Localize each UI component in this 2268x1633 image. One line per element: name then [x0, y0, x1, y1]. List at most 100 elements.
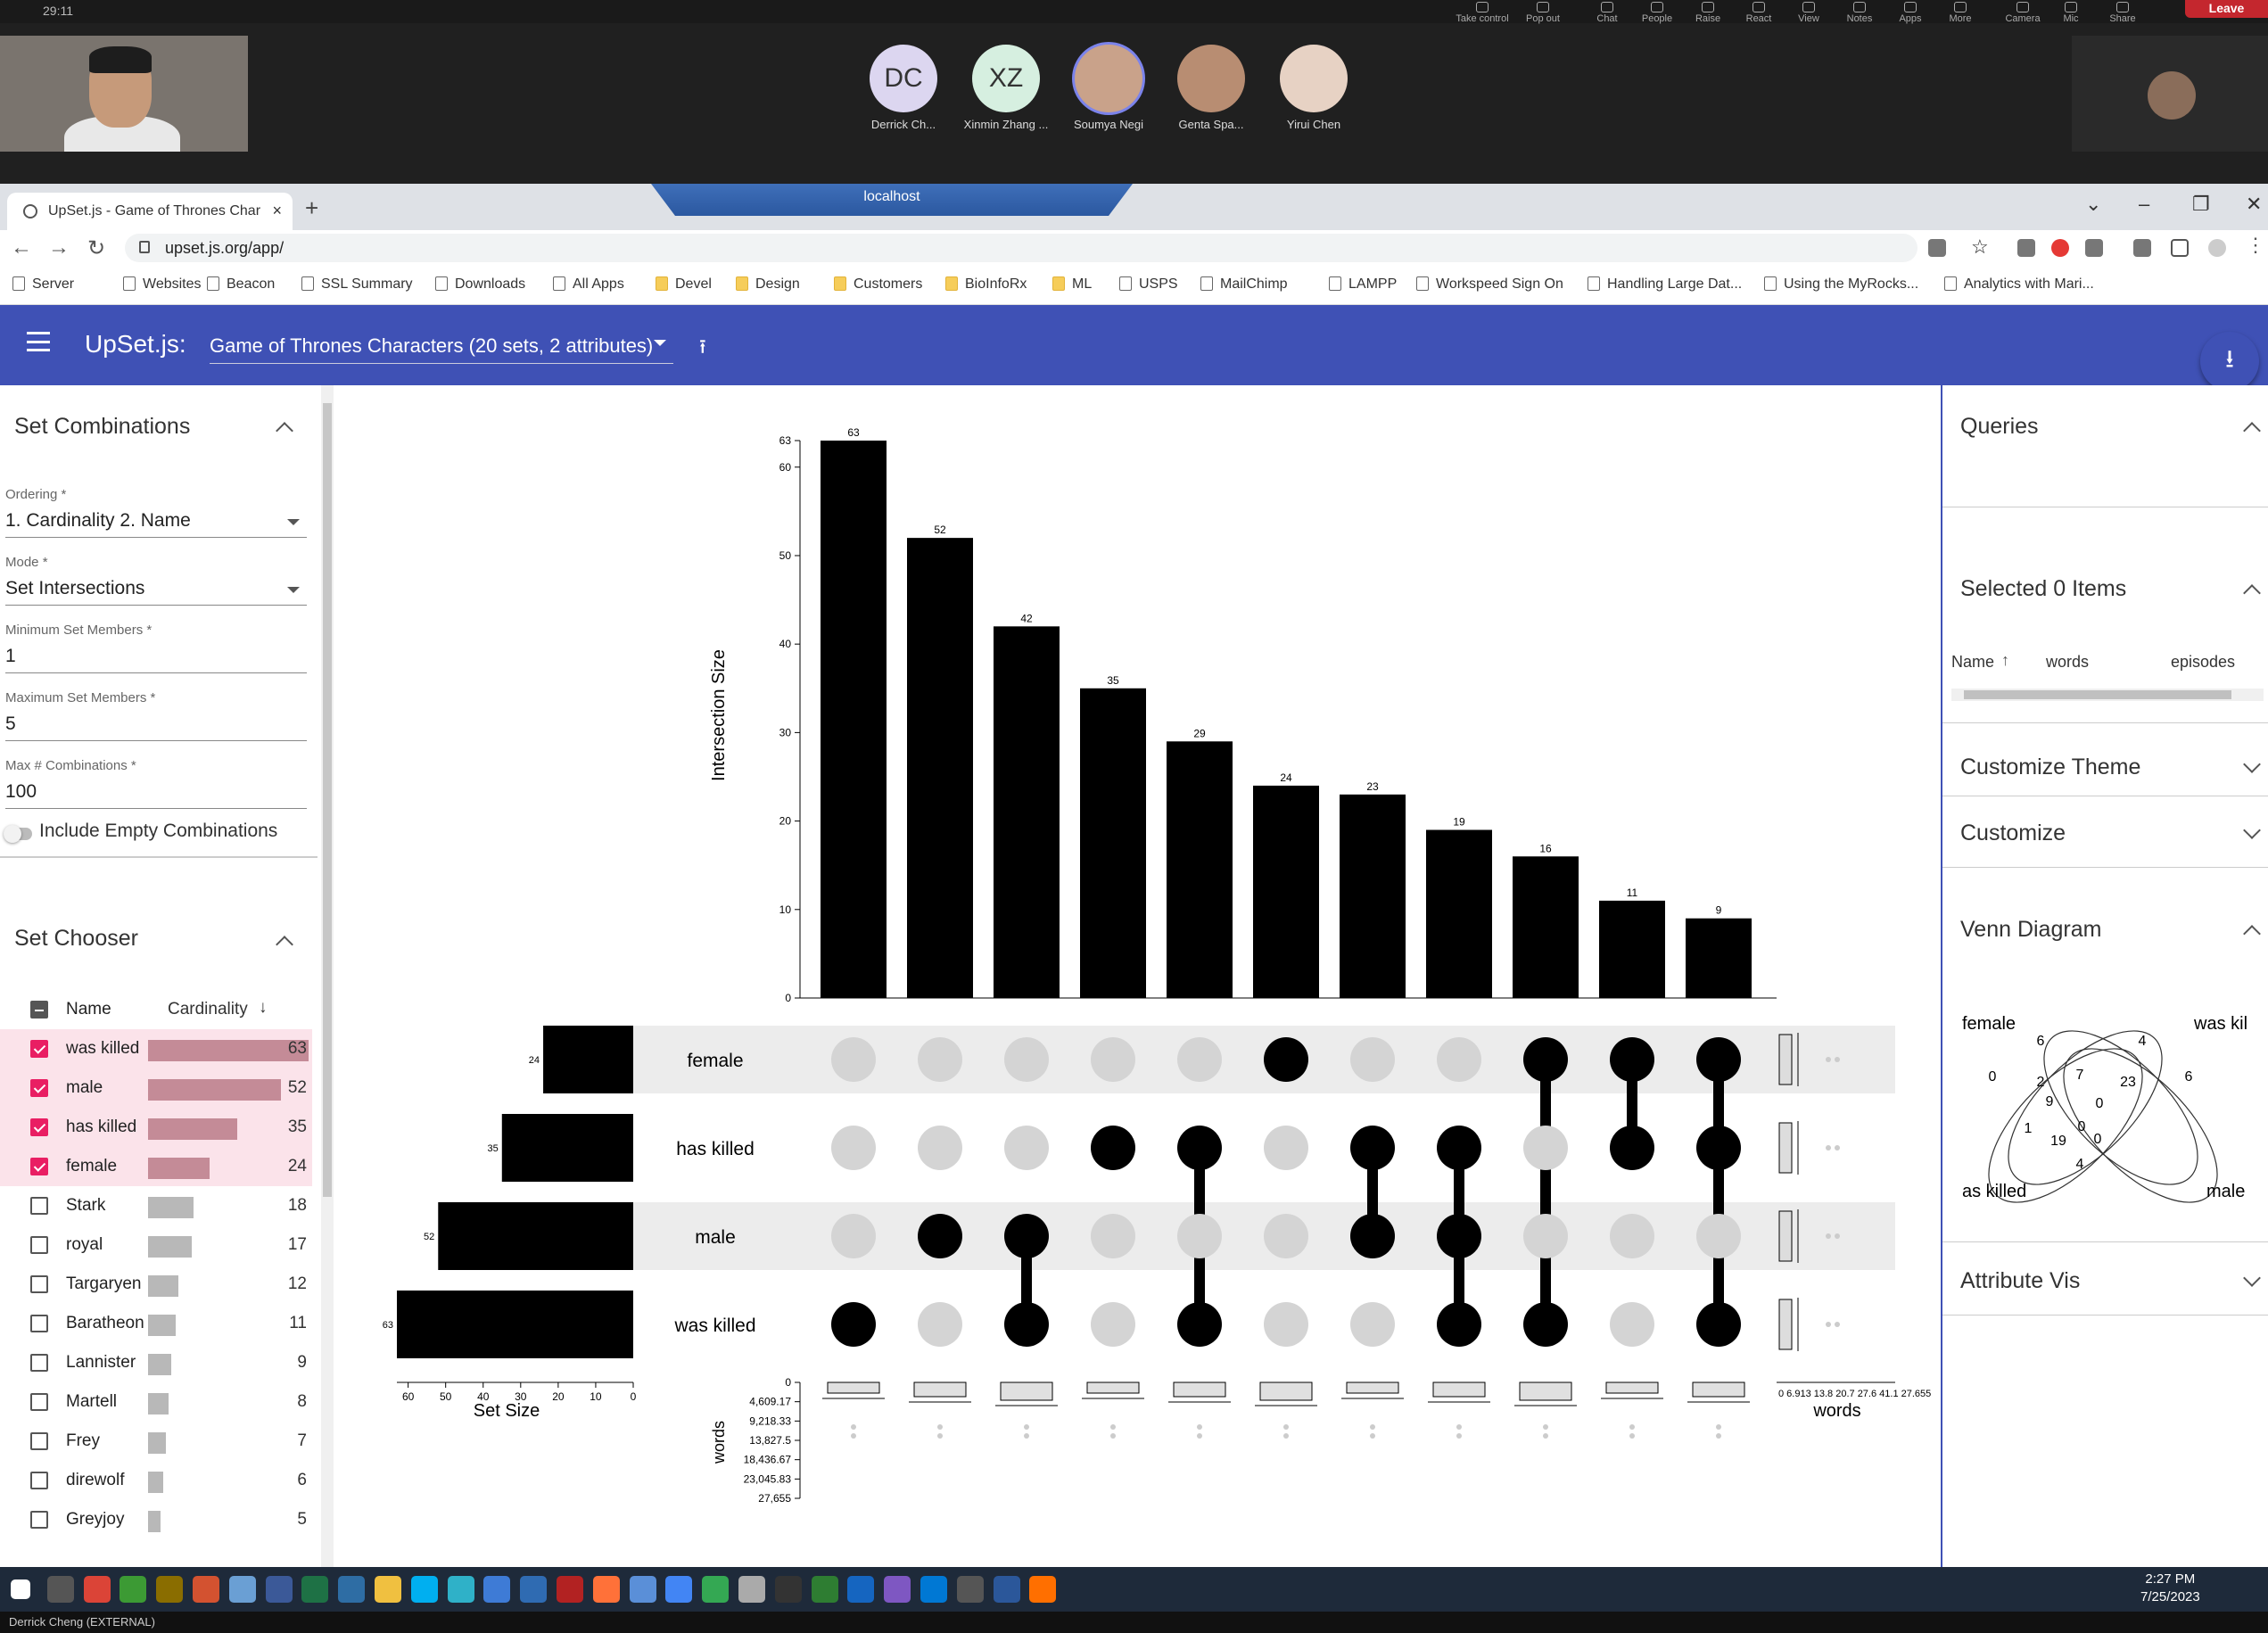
- zoom-control-9[interactable]: More: [1933, 2, 1988, 24]
- bookmark-item[interactable]: LAMPP: [1329, 276, 1397, 293]
- zoom-control-5[interactable]: React: [1731, 2, 1786, 24]
- taskbar-app-icon[interactable]: [338, 1576, 366, 1603]
- zoom-control-11[interactable]: Mic: [2043, 2, 2099, 24]
- sidebar-icon[interactable]: [2171, 239, 2189, 257]
- set-row[interactable]: female 24: [0, 1147, 312, 1186]
- sort-up-icon[interactable]: ↑: [2001, 651, 2009, 670]
- cardinality-column-header[interactable]: Cardinality: [168, 1000, 248, 1019]
- upload-icon[interactable]: ⭱: [699, 332, 706, 366]
- expand-icon[interactable]: [2243, 1269, 2261, 1287]
- set-checkbox[interactable]: [30, 1472, 48, 1489]
- ordering-select[interactable]: 1. Cardinality 2. Name: [5, 510, 307, 538]
- star-icon[interactable]: ☆: [1971, 235, 1989, 258]
- select-all-checkbox[interactable]: [30, 1001, 48, 1019]
- zoom-control-8[interactable]: Apps: [1883, 2, 1938, 24]
- bookmark-item[interactable]: All Apps: [553, 276, 624, 293]
- participant-tile[interactable]: XZ Xinmin Zhang ...: [957, 45, 1055, 131]
- taskbar-app-icon[interactable]: [447, 1576, 474, 1603]
- taskbar-app-icon[interactable]: [156, 1576, 184, 1603]
- reload-icon[interactable]: ↻: [87, 235, 105, 261]
- set-checkbox[interactable]: [30, 1158, 48, 1175]
- taskbar-app-icon[interactable]: [483, 1576, 511, 1603]
- set-row[interactable]: royal 17: [0, 1225, 312, 1265]
- customize-title[interactable]: Customize: [1960, 821, 2066, 846]
- bookmark-item[interactable]: Design: [736, 276, 800, 293]
- set-row[interactable]: male 52: [0, 1068, 312, 1108]
- taskbar-app-icon[interactable]: [702, 1576, 730, 1603]
- zoom-control-2[interactable]: Chat: [1579, 2, 1635, 24]
- min-members-field[interactable]: 1: [5, 646, 307, 673]
- participant-tile[interactable]: Yirui Chen: [1265, 45, 1363, 131]
- bookmark-item[interactable]: Downloads: [435, 276, 525, 293]
- taskbar-app-icon[interactable]: [920, 1576, 947, 1603]
- set-row[interactable]: Martell 8: [0, 1382, 312, 1422]
- taskbar-app-icon[interactable]: [774, 1576, 802, 1603]
- set-checkbox[interactable]: [30, 1197, 48, 1215]
- left-scrollbar[interactable]: [321, 385, 334, 1567]
- extension-icon[interactable]: [2017, 239, 2035, 257]
- set-checkbox[interactable]: [30, 1236, 48, 1254]
- profile-icon[interactable]: [2208, 239, 2226, 257]
- col-episodes-header[interactable]: episodes: [2171, 653, 2235, 672]
- set-row[interactable]: has killed 35: [0, 1108, 312, 1147]
- mode-select[interactable]: Set Intersections: [5, 578, 307, 606]
- taskbar-clock[interactable]: 2:27 PM 7/25/2023: [2140, 1571, 2200, 1606]
- close-tab-icon[interactable]: ×: [272, 202, 282, 220]
- max-combinations-field[interactable]: 100: [5, 781, 307, 809]
- attribute-vis-title[interactable]: Attribute Vis: [1960, 1268, 2080, 1294]
- leave-button[interactable]: Leave: [2185, 0, 2268, 18]
- zoom-control-6[interactable]: View: [1781, 2, 1836, 24]
- set-checkbox[interactable]: [30, 1511, 48, 1529]
- set-checkbox[interactable]: [30, 1315, 48, 1332]
- taskbar-app-icon[interactable]: [520, 1576, 548, 1603]
- sort-down-icon[interactable]: ↓: [259, 998, 268, 1018]
- bookmark-item[interactable]: Using the MyRocks...: [1764, 276, 1918, 293]
- zoom-control-4[interactable]: Raise: [1680, 2, 1736, 24]
- set-checkbox[interactable]: [30, 1354, 48, 1372]
- bookmark-item[interactable]: Customers: [834, 276, 922, 293]
- include-empty-toggle[interactable]: [4, 825, 32, 843]
- taskbar-app-icon[interactable]: [265, 1576, 293, 1603]
- col-name-header[interactable]: Name: [1951, 653, 1994, 672]
- download-button[interactable]: ⭳: [2200, 332, 2259, 391]
- share-icon[interactable]: [1928, 239, 1946, 257]
- new-tab-button[interactable]: +: [305, 194, 318, 222]
- bookmark-item[interactable]: SSL Summary: [301, 276, 413, 293]
- taskbar-app-icon[interactable]: [301, 1576, 329, 1603]
- zoom-control-0[interactable]: Take control: [1455, 2, 1510, 24]
- windows-start-icon[interactable]: [11, 1579, 30, 1599]
- puzzle-icon[interactable]: [2133, 239, 2151, 257]
- participant-tile[interactable]: Genta Spa...: [1162, 45, 1260, 131]
- expand-icon[interactable]: [2243, 821, 2261, 839]
- participant-tile[interactable]: Soumya Negi: [1060, 45, 1158, 131]
- taskbar-app-icon[interactable]: [847, 1576, 875, 1603]
- scrollbar-thumb[interactable]: [1964, 690, 2231, 699]
- set-row[interactable]: was killed 63: [0, 1029, 312, 1068]
- set-checkbox[interactable]: [30, 1040, 48, 1058]
- bookmark-item[interactable]: Handling Large Dat...: [1588, 276, 1742, 293]
- set-checkbox[interactable]: [30, 1118, 48, 1136]
- set-checkbox[interactable]: [30, 1275, 48, 1293]
- minimize-icon[interactable]: –: [2139, 193, 2149, 216]
- taskbar-app-icon[interactable]: [228, 1576, 256, 1603]
- bookmark-item[interactable]: Devel: [656, 276, 712, 293]
- scrollbar-thumb[interactable]: [323, 403, 332, 1197]
- set-row[interactable]: Frey 7: [0, 1422, 312, 1461]
- set-checkbox[interactable]: [30, 1079, 48, 1097]
- bookmark-item[interactable]: ML: [1052, 276, 1092, 293]
- forward-icon[interactable]: →: [48, 235, 70, 260]
- taskbar-app-icon[interactable]: [1029, 1576, 1057, 1603]
- taskbar-app-icon[interactable]: [410, 1576, 438, 1603]
- extension-icon[interactable]: [2085, 239, 2103, 257]
- set-checkbox[interactable]: [30, 1393, 48, 1411]
- close-window-icon[interactable]: ✕: [2246, 193, 2262, 216]
- collapse-icon[interactable]: [2243, 422, 2261, 440]
- set-row[interactable]: Greyjoy 5: [0, 1500, 312, 1539]
- zoom-control-7[interactable]: Notes: [1832, 2, 1887, 24]
- expand-icon[interactable]: [2243, 755, 2261, 773]
- taskbar-app-icon[interactable]: [956, 1576, 984, 1603]
- tab-search-icon[interactable]: ⌄: [2085, 193, 2101, 216]
- bookmark-item[interactable]: BioInfoRx: [945, 276, 1027, 293]
- url-field[interactable]: upset.js.org/app/: [125, 234, 1917, 262]
- taskbar-app-icon[interactable]: [592, 1576, 620, 1603]
